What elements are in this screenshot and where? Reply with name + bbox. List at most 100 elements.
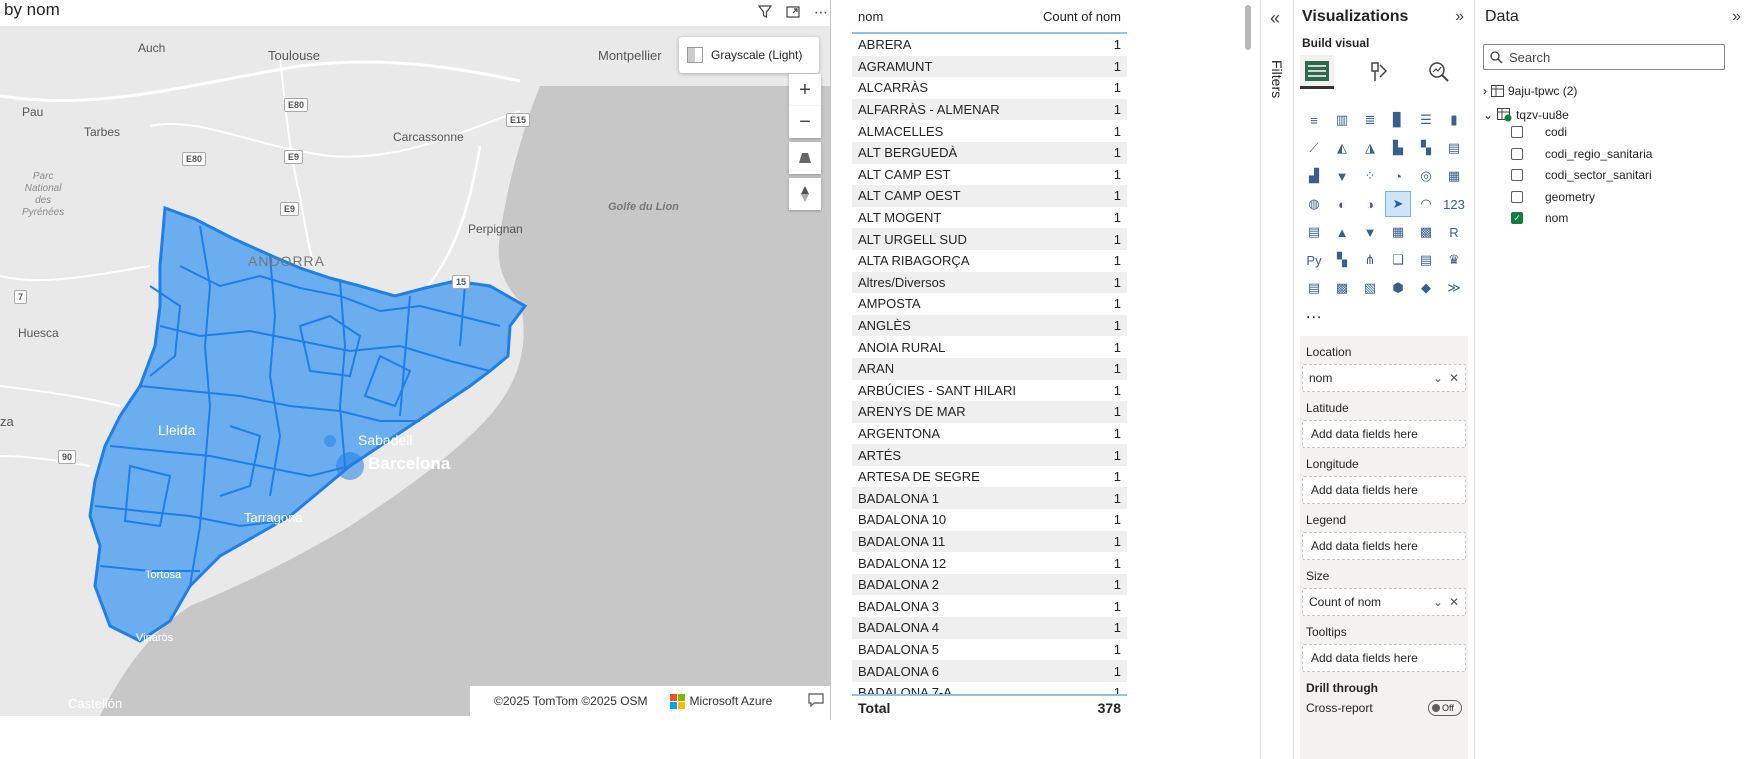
- table-row[interactable]: BADALONA 5 1: [852, 639, 1127, 661]
- table-row[interactable]: ALT CAMP EST 1: [852, 164, 1127, 186]
- table-row[interactable]: AMPOSTA 1: [852, 293, 1127, 315]
- chevron-down-icon[interactable]: ⌄: [1483, 108, 1493, 122]
- table-row[interactable]: BADALONA 1 1: [852, 487, 1127, 510]
- remove-field-icon[interactable]: ✕: [1449, 595, 1459, 609]
- smart-narrative-icon[interactable]: ▤: [1414, 248, 1438, 272]
- field-checkbox[interactable]: [1511, 126, 1523, 138]
- field-checkbox[interactable]: [1511, 147, 1523, 160]
- r-visual-icon[interactable]: R: [1442, 220, 1466, 244]
- treemap-icon[interactable]: ▦: [1442, 164, 1466, 188]
- collapse-data-icon[interactable]: »: [1732, 8, 1741, 26]
- table-row[interactable]: ALT MOGENT 1: [852, 207, 1127, 229]
- field-item[interactable]: geometry: [1511, 190, 1595, 204]
- qa-icon[interactable]: ❑: [1386, 248, 1410, 272]
- paginated-icon[interactable]: ▤: [1302, 276, 1326, 300]
- stacked-area-icon[interactable]: ◮: [1358, 136, 1382, 160]
- stacked-column-icon[interactable]: ▥: [1330, 108, 1354, 132]
- table-row[interactable]: ARTESA DE SEGRE 1: [852, 466, 1127, 488]
- column-header-nom[interactable]: nom: [858, 9, 883, 24]
- scatter-icon[interactable]: ⁘: [1358, 164, 1382, 188]
- table-node-2[interactable]: ⌄ tqzv-uu8e: [1483, 108, 1569, 122]
- more-visuals-icon[interactable]: ...: [1306, 305, 1322, 323]
- table-row[interactable]: ANGLÈS 1: [852, 314, 1127, 337]
- arcgis-icon[interactable]: ⬢: [1386, 276, 1410, 300]
- chevron-down-icon[interactable]: ⌄: [1433, 595, 1443, 609]
- more-options-icon[interactable]: ⋯: [812, 3, 830, 21]
- table-row[interactable]: BADALONA 2 1: [852, 573, 1127, 596]
- table-row[interactable]: BADALONA 4 1: [852, 617, 1127, 639]
- stacked-bar-icon[interactable]: ≡: [1302, 108, 1326, 132]
- ribbon-icon[interactable]: ▤: [1442, 136, 1466, 160]
- table-row[interactable]: ARBÚCIES - SANT HILARI 1: [852, 380, 1127, 402]
- tab-format-visual[interactable]: [1362, 55, 1396, 89]
- compass-button[interactable]: [789, 178, 821, 210]
- line-icon[interactable]: ⟋: [1302, 136, 1326, 160]
- table-row[interactable]: ARENYS DE MAR 1: [852, 401, 1127, 423]
- field-checkbox[interactable]: [1511, 169, 1523, 181]
- zoom-in-button[interactable]: +: [789, 74, 821, 106]
- python-visual-icon[interactable]: Py: [1302, 248, 1326, 272]
- table-row[interactable]: ALT BERGUEDÀ 1: [852, 141, 1127, 164]
- map-icon[interactable]: ◍: [1302, 192, 1326, 216]
- table-scrollbar[interactable]: [1245, 5, 1251, 50]
- cross-report-toggle[interactable]: Off: [1428, 700, 1462, 716]
- table-row[interactable]: BADALONA 10 1: [852, 509, 1127, 531]
- table-row[interactable]: ALMACELLES 1: [852, 120, 1127, 142]
- table-row[interactable]: ALT CAMP OEST 1: [852, 185, 1127, 207]
- table-row[interactable]: BADALONA 12 1: [852, 552, 1127, 574]
- field-checkbox[interactable]: ✓: [1511, 212, 1523, 224]
- goals-icon[interactable]: ♛: [1442, 248, 1466, 272]
- focus-mode-icon[interactable]: [784, 3, 802, 21]
- shape-map-icon[interactable]: ◑: [1358, 192, 1382, 216]
- data-search-box[interactable]: Search: [1483, 44, 1725, 70]
- key-influencers-icon[interactable]: ▚: [1330, 248, 1354, 272]
- azure-map-icon[interactable]: ➤: [1385, 191, 1411, 217]
- collapse-filters-icon[interactable]: «: [1270, 8, 1280, 29]
- gauge-icon[interactable]: ◠: [1414, 192, 1438, 216]
- map-canvas[interactable]: Auch Toulouse Montpellier Pau Tarbes Car…: [0, 26, 830, 716]
- filters-label[interactable]: Filters: [1269, 60, 1285, 98]
- feedback-icon[interactable]: [808, 692, 824, 710]
- decomposition-tree-icon[interactable]: ⋔: [1358, 248, 1382, 272]
- power-apps-icon[interactable]: ▩: [1330, 276, 1354, 300]
- power-automate-icon[interactable]: ▧: [1358, 276, 1382, 300]
- well-size-field[interactable]: Count of nom ⌄ ✕: [1302, 588, 1466, 616]
- collapse-visualizations-icon[interactable]: »: [1455, 8, 1464, 26]
- chevron-down-icon[interactable]: ⌄: [1433, 371, 1443, 385]
- table-visual[interactable]: nom Count of nom ABRERA 1 AGRAMUNT 1 ALCARRÀ…: [852, 0, 1127, 720]
- table-row[interactable]: ALT URGELL SUD 1: [852, 228, 1127, 250]
- zoom-out-button[interactable]: −: [789, 106, 821, 138]
- kpi-icon[interactable]: ▲: [1330, 220, 1354, 244]
- well-longitude-dropzone[interactable]: Add data fields here: [1302, 476, 1466, 504]
- field-item[interactable]: codi: [1511, 125, 1567, 139]
- map-style-picker[interactable]: Grayscale (Light): [679, 37, 819, 73]
- field-item[interactable]: codi_regio_sanitaria: [1511, 147, 1652, 161]
- line-clustered-icon[interactable]: ▚: [1414, 136, 1438, 160]
- line-column-icon[interactable]: ▙: [1386, 136, 1410, 160]
- table-row[interactable]: AGRAMUNT 1: [852, 55, 1127, 78]
- funnel-icon[interactable]: ▼: [1330, 164, 1354, 188]
- clustered-column-icon[interactable]: ▊: [1386, 108, 1410, 132]
- field-item[interactable]: codi_sector_sanitari: [1511, 168, 1652, 182]
- well-location-field[interactable]: nom ⌄ ✕: [1302, 364, 1466, 392]
- filled-map-icon[interactable]: ◐: [1330, 192, 1354, 216]
- table-row[interactable]: ARAN 1: [852, 357, 1127, 380]
- donut-icon[interactable]: ◎: [1414, 164, 1438, 188]
- clustered-bar-icon[interactable]: ≣: [1358, 108, 1382, 132]
- remove-field-icon[interactable]: ✕: [1449, 371, 1459, 385]
- table-row[interactable]: ALCARRÀS 1: [852, 77, 1127, 99]
- filter-icon[interactable]: [756, 3, 774, 21]
- power-platform-icon[interactable]: ◆: [1414, 276, 1438, 300]
- card-icon[interactable]: 123: [1442, 192, 1466, 216]
- table-node-1[interactable]: › 9aju-tpwc (2): [1483, 84, 1577, 98]
- chevron-right-icon[interactable]: ›: [1483, 84, 1487, 98]
- table-row[interactable]: ALFARRÀS - ALMENAR 1: [852, 98, 1127, 121]
- table-row[interactable]: BADALONA 7-A 1: [852, 682, 1127, 694]
- area-icon[interactable]: ◭: [1330, 136, 1354, 160]
- tab-build-visual[interactable]: [1300, 55, 1334, 89]
- map-visual[interactable]: by nom ⋯ Auch Toulouse Montpellier Pau T…: [0, 0, 830, 720]
- pie-icon[interactable]: ◔: [1386, 164, 1410, 188]
- table-row[interactable]: BADALONA 11 1: [852, 530, 1127, 553]
- well-tooltips-dropzone[interactable]: Add data fields here: [1302, 644, 1466, 672]
- table-row[interactable]: ALTA RIBAGORÇA 1: [852, 250, 1127, 272]
